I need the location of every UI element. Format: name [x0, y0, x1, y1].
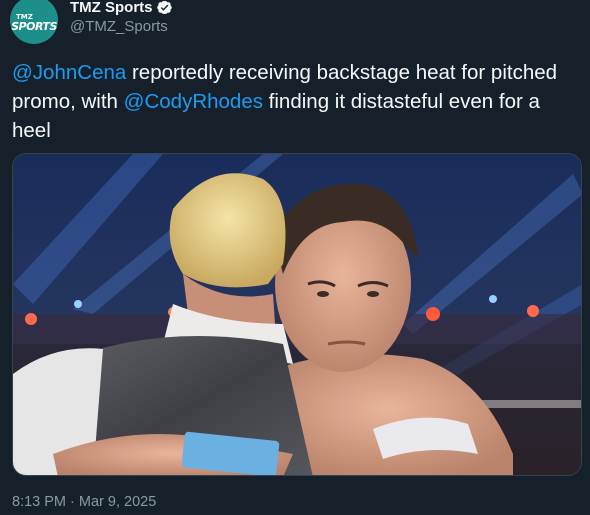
- mention-link[interactable]: @CodyRhodes: [124, 90, 263, 113]
- display-name[interactable]: TMZ Sports: [70, 0, 153, 16]
- avatar[interactable]: TMZ SPORTS: [10, 0, 58, 44]
- photo-image: [13, 154, 581, 475]
- author-info: TMZ Sports @TMZ_Sports: [70, 0, 173, 35]
- verified-badge-icon: [156, 0, 172, 14]
- avatar-logo-line2: SPORTS: [11, 19, 57, 33]
- display-name-row: TMZ Sports: [70, 0, 173, 17]
- handle[interactable]: @TMZ_Sports: [70, 18, 173, 35]
- avatar-logo: TMZ SPORTS: [11, 12, 57, 34]
- mention-link[interactable]: @JohnCena: [12, 61, 126, 84]
- timestamp[interactable]: 8:13 PM · Mar 9, 2025: [12, 494, 156, 510]
- tweet-text: @JohnCena reportedly receiving backstage…: [12, 58, 582, 145]
- tweet-photo[interactable]: [12, 153, 582, 476]
- tweet: TMZ SPORTS TMZ Sports @TMZ_Sports @JohnC…: [0, 0, 590, 515]
